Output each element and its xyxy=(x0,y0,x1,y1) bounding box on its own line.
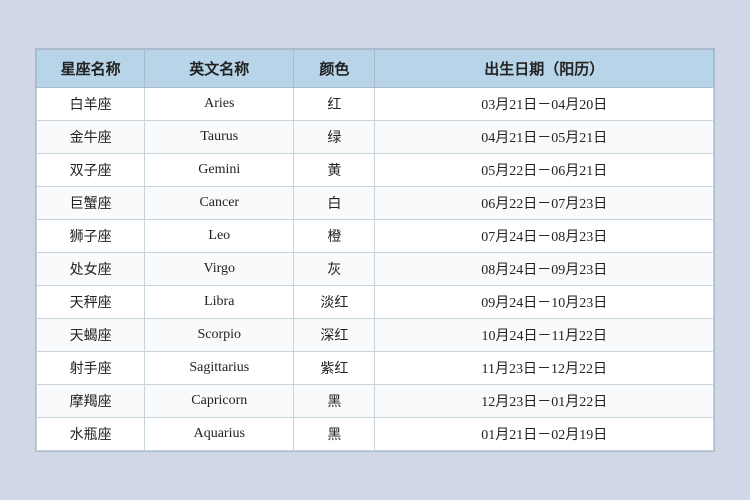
cell-color: 深红 xyxy=(294,319,375,352)
cell-english: Cancer xyxy=(145,187,294,220)
table-row: 狮子座Leo橙07月24日－08月23日 xyxy=(37,220,714,253)
cell-date: 04月21日－05月21日 xyxy=(375,121,714,154)
cell-date: 07月24日－08月23日 xyxy=(375,220,714,253)
cell-date: 03月21日－04月20日 xyxy=(375,88,714,121)
cell-chinese: 狮子座 xyxy=(37,220,145,253)
cell-chinese: 处女座 xyxy=(37,253,145,286)
cell-color: 黄 xyxy=(294,154,375,187)
table-row: 天秤座Libra淡红09月24日－10月23日 xyxy=(37,286,714,319)
zodiac-table-container: 星座名称 英文名称 颜色 出生日期（阳历） 白羊座Aries红03月21日－04… xyxy=(35,48,715,452)
cell-chinese: 天秤座 xyxy=(37,286,145,319)
cell-english: Aquarius xyxy=(145,418,294,451)
cell-color: 黑 xyxy=(294,418,375,451)
header-english: 英文名称 xyxy=(145,50,294,88)
table-row: 白羊座Aries红03月21日－04月20日 xyxy=(37,88,714,121)
table-header-row: 星座名称 英文名称 颜色 出生日期（阳历） xyxy=(37,50,714,88)
cell-english: Leo xyxy=(145,220,294,253)
cell-date: 11月23日－12月22日 xyxy=(375,352,714,385)
cell-color: 橙 xyxy=(294,220,375,253)
table-row: 水瓶座Aquarius黑01月21日－02月19日 xyxy=(37,418,714,451)
cell-date: 08月24日－09月23日 xyxy=(375,253,714,286)
header-color: 颜色 xyxy=(294,50,375,88)
cell-english: Aries xyxy=(145,88,294,121)
cell-color: 白 xyxy=(294,187,375,220)
cell-english: Gemini xyxy=(145,154,294,187)
cell-date: 05月22日－06月21日 xyxy=(375,154,714,187)
cell-english: Sagittarius xyxy=(145,352,294,385)
zodiac-table: 星座名称 英文名称 颜色 出生日期（阳历） 白羊座Aries红03月21日－04… xyxy=(36,49,714,451)
cell-chinese: 天蝎座 xyxy=(37,319,145,352)
cell-color: 红 xyxy=(294,88,375,121)
cell-english: Libra xyxy=(145,286,294,319)
cell-color: 淡红 xyxy=(294,286,375,319)
cell-color: 绿 xyxy=(294,121,375,154)
table-row: 巨蟹座Cancer白06月22日－07月23日 xyxy=(37,187,714,220)
cell-color: 灰 xyxy=(294,253,375,286)
table-row: 双子座Gemini黄05月22日－06月21日 xyxy=(37,154,714,187)
cell-chinese: 双子座 xyxy=(37,154,145,187)
cell-english: Virgo xyxy=(145,253,294,286)
table-row: 射手座Sagittarius紫红11月23日－12月22日 xyxy=(37,352,714,385)
cell-chinese: 射手座 xyxy=(37,352,145,385)
cell-date: 10月24日－11月22日 xyxy=(375,319,714,352)
cell-date: 01月21日－02月19日 xyxy=(375,418,714,451)
cell-color: 黑 xyxy=(294,385,375,418)
cell-date: 06月22日－07月23日 xyxy=(375,187,714,220)
cell-date: 12月23日－01月22日 xyxy=(375,385,714,418)
cell-english: Capricorn xyxy=(145,385,294,418)
cell-chinese: 巨蟹座 xyxy=(37,187,145,220)
cell-date: 09月24日－10月23日 xyxy=(375,286,714,319)
cell-chinese: 金牛座 xyxy=(37,121,145,154)
cell-chinese: 摩羯座 xyxy=(37,385,145,418)
cell-english: Scorpio xyxy=(145,319,294,352)
header-chinese: 星座名称 xyxy=(37,50,145,88)
cell-english: Taurus xyxy=(145,121,294,154)
cell-color: 紫红 xyxy=(294,352,375,385)
table-row: 处女座Virgo灰08月24日－09月23日 xyxy=(37,253,714,286)
cell-chinese: 白羊座 xyxy=(37,88,145,121)
table-row: 金牛座Taurus绿04月21日－05月21日 xyxy=(37,121,714,154)
header-date: 出生日期（阳历） xyxy=(375,50,714,88)
table-row: 摩羯座Capricorn黑12月23日－01月22日 xyxy=(37,385,714,418)
table-row: 天蝎座Scorpio深红10月24日－11月22日 xyxy=(37,319,714,352)
cell-chinese: 水瓶座 xyxy=(37,418,145,451)
